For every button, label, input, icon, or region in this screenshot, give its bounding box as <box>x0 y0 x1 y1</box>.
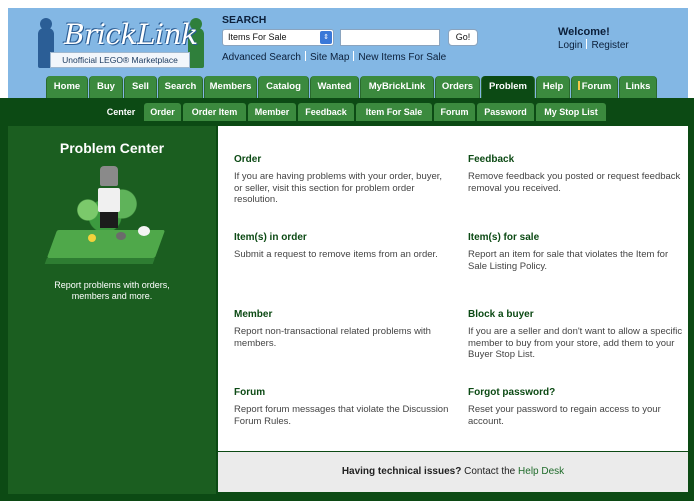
section-feedback-desc: Remove feedback you posted or request fe… <box>468 171 681 194</box>
subtab-my-stop-list[interactable]: My Stop List <box>536 103 606 121</box>
sidebar: Problem Center Report problems with orde… <box>8 126 216 494</box>
section-items-for-sale-desc: Report an item for sale that violates th… <box>468 249 669 272</box>
footer-text: Contact the <box>464 466 516 477</box>
tab-links[interactable]: Links <box>619 76 657 98</box>
search-area: SEARCH Items For Sale ⇕ Go! Advanced Sea… <box>222 14 478 63</box>
tab-home[interactable]: Home <box>46 76 88 98</box>
tab-help[interactable]: Help <box>536 76 570 98</box>
section-feedback-link[interactable]: Feedback <box>468 154 683 165</box>
lego-scene-image <box>46 160 166 270</box>
section-order: Order If you are having problems with yo… <box>234 154 449 206</box>
advanced-search-link[interactable]: Advanced Search <box>222 52 301 63</box>
section-items-for-sale: Item(s) for sale Report an item for sale… <box>468 232 683 272</box>
section-member: Member Report non-transactional related … <box>234 309 449 349</box>
logo-tagline: Unofficial LEGO® Marketplace <box>50 52 190 68</box>
login-link[interactable]: Login <box>558 40 582 51</box>
site-logo[interactable]: BrickLink Unofficial LEGO® Marketplace <box>38 16 204 70</box>
search-type-value: Items For Sale <box>228 32 287 42</box>
minifig-head-decoration <box>100 166 118 186</box>
tab-catalog[interactable]: Catalog <box>258 76 309 98</box>
select-arrows-icon: ⇕ <box>320 31 332 44</box>
section-items-in-order: Item(s) in order Submit a request to rem… <box>234 232 449 261</box>
tab-forum-label: Forum <box>581 81 612 92</box>
section-forgot-password-link[interactable]: Forgot password? <box>468 387 683 398</box>
sidebar-caption: Report problems with orders, members and… <box>54 280 170 301</box>
section-order-link[interactable]: Order <box>234 154 449 165</box>
minifig-legs-decoration <box>100 212 118 228</box>
primary-nav: Home Buy Sell Search Members Catalog Wan… <box>8 76 688 98</box>
section-block-buyer-desc: If you are a seller and don't want to al… <box>468 326 683 360</box>
section-items-in-order-link[interactable]: Item(s) in order <box>234 232 449 243</box>
subnav-band: Center Order Order Item Member Feedback … <box>0 98 694 124</box>
welcome-area: Welcome! Login Register <box>558 26 629 51</box>
search-title: SEARCH <box>222 14 267 26</box>
help-desk-link[interactable]: Help Desk <box>518 466 564 477</box>
section-order-desc: If you are having problems with your ord… <box>234 171 443 205</box>
section-feedback: Feedback Remove feedback you posted or r… <box>468 154 683 194</box>
section-forgot-password: Forgot password? Reset your password to … <box>468 387 683 427</box>
section-member-link[interactable]: Member <box>234 309 449 320</box>
tab-members[interactable]: Members <box>204 76 257 98</box>
section-items-in-order-desc: Submit a request to remove items from an… <box>234 249 438 260</box>
link-divider <box>304 51 306 61</box>
logo-brand: BrickLink <box>64 18 198 51</box>
tab-sell[interactable]: Sell <box>124 76 157 98</box>
new-items-link[interactable]: New Items For Sale <box>358 52 446 63</box>
tab-buy[interactable]: Buy <box>89 76 123 98</box>
register-link[interactable]: Register <box>591 40 628 51</box>
section-block-buyer-link[interactable]: Block a buyer <box>468 309 683 320</box>
section-forum: Forum Report forum messages that violate… <box>234 387 449 427</box>
welcome-title: Welcome! <box>558 26 610 38</box>
section-forgot-password-desc: Reset your password to regain access to … <box>468 404 661 427</box>
tab-problem[interactable]: Problem <box>481 76 535 98</box>
search-go-button[interactable]: Go! <box>448 29 478 46</box>
tab-forum[interactable]: Forum <box>571 76 618 98</box>
search-input[interactable] <box>340 29 440 46</box>
footer-bold-text: Having technical issues? <box>341 466 462 477</box>
sidebar-title: Problem Center <box>59 140 165 156</box>
section-forum-link[interactable]: Forum <box>234 387 449 398</box>
tab-mybricklink[interactable]: MyBrickLink <box>360 76 434 98</box>
search-type-select[interactable]: Items For Sale ⇕ <box>222 29 334 46</box>
subtab-forum[interactable]: Forum <box>434 103 475 121</box>
subtab-feedback[interactable]: Feedback <box>298 103 354 121</box>
subtab-password[interactable]: Password <box>477 103 534 121</box>
problem-center-content: Order If you are having problems with yo… <box>218 126 688 451</box>
flower-white-decoration <box>138 226 150 236</box>
subtab-order-item[interactable]: Order Item <box>183 103 246 121</box>
subtab-item-for-sale[interactable]: Item For Sale <box>356 103 432 121</box>
link-divider <box>586 39 588 49</box>
link-divider <box>353 51 355 61</box>
section-forum-desc: Report forum messages that violate the D… <box>234 404 449 427</box>
search-links: Advanced Search Site Map New Items For Sal… <box>222 51 446 63</box>
section-member-desc: Report non-transactional related problem… <box>234 326 431 349</box>
forum-indicator-icon <box>577 81 580 90</box>
subtab-center[interactable]: Center <box>100 103 142 121</box>
tab-search[interactable]: Search <box>158 76 203 98</box>
subtab-order[interactable]: Order <box>144 103 181 121</box>
site-map-link[interactable]: Site Map <box>310 52 349 63</box>
flower-yellow-decoration <box>88 234 96 242</box>
rock-decoration <box>116 232 126 240</box>
section-items-for-sale-link[interactable]: Item(s) for sale <box>468 232 683 243</box>
help-footer: Having technical issues? Contact the Hel… <box>218 452 688 492</box>
tab-orders[interactable]: Orders <box>435 76 480 98</box>
subtab-member[interactable]: Member <box>248 103 296 121</box>
section-block-buyer: Block a buyer If you are a seller and do… <box>468 309 683 361</box>
account-links: Login Register <box>558 39 629 51</box>
minifig-body-decoration <box>98 188 120 212</box>
tab-wanted[interactable]: Wanted <box>310 76 359 98</box>
